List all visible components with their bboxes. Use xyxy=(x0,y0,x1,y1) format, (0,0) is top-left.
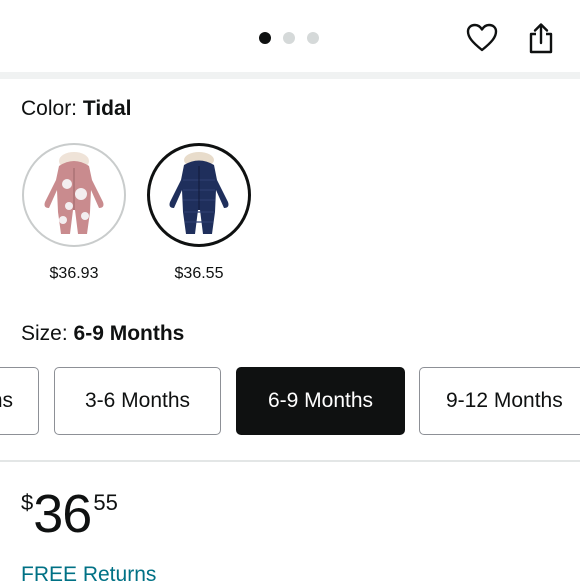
swatch-price: $36.93 xyxy=(49,265,99,282)
heart-icon[interactable] xyxy=(462,18,502,58)
price-symbol: $ xyxy=(21,490,34,515)
size-option-label: 6-9 Months xyxy=(267,389,374,412)
color-selected-value: Tidal xyxy=(82,97,132,120)
heart-icon-graphic xyxy=(466,23,498,52)
image-carousel-indicator[interactable] xyxy=(259,32,319,44)
price-fraction: 55 xyxy=(93,490,118,515)
section-divider xyxy=(0,72,580,79)
price-divider xyxy=(0,460,580,462)
swatch-price: $36.55 xyxy=(174,265,224,282)
color-label: Color: Tidal xyxy=(21,97,132,121)
carousel-dot-2[interactable] xyxy=(283,32,295,44)
swatch-ring xyxy=(22,143,126,247)
carousel-dot-1[interactable] xyxy=(259,32,271,44)
size-options: ns 3-6 Months 6-9 Months 9-12 Months xyxy=(0,367,580,437)
free-returns-link[interactable]: FREE Returns xyxy=(21,563,156,587)
size-option-label: ns xyxy=(0,389,13,412)
color-label-prefix: Color: xyxy=(21,97,78,120)
top-bar xyxy=(0,0,580,72)
swatch-ring-selected xyxy=(147,143,251,247)
size-option-label: 3-6 Months xyxy=(84,389,191,412)
price-whole: 36 xyxy=(33,484,92,544)
size-option-label: 9-12 Months xyxy=(446,389,563,412)
product-price: $ 36 55 xyxy=(21,484,118,544)
size-label-prefix: Size: xyxy=(21,322,68,345)
size-option-9-12-months[interactable]: 9-12 Months xyxy=(419,367,580,435)
size-selected-value: 6-9 Months xyxy=(73,322,185,345)
share-icon-graphic xyxy=(529,23,553,54)
size-label: Size: 6-9 Months xyxy=(21,322,184,346)
carousel-dot-3[interactable] xyxy=(307,32,319,44)
color-swatch-pink[interactable]: $36.93 xyxy=(22,143,126,283)
size-option-partial[interactable]: ns xyxy=(0,367,39,435)
navy-snowsuit-image xyxy=(169,152,229,234)
color-swatch-navy[interactable]: $36.55 xyxy=(147,143,251,283)
pink-snowsuit-image xyxy=(44,152,104,234)
size-option-3-6-months[interactable]: 3-6 Months xyxy=(54,367,221,435)
share-icon[interactable] xyxy=(521,18,561,58)
size-option-6-9-months[interactable]: 6-9 Months xyxy=(236,367,405,435)
